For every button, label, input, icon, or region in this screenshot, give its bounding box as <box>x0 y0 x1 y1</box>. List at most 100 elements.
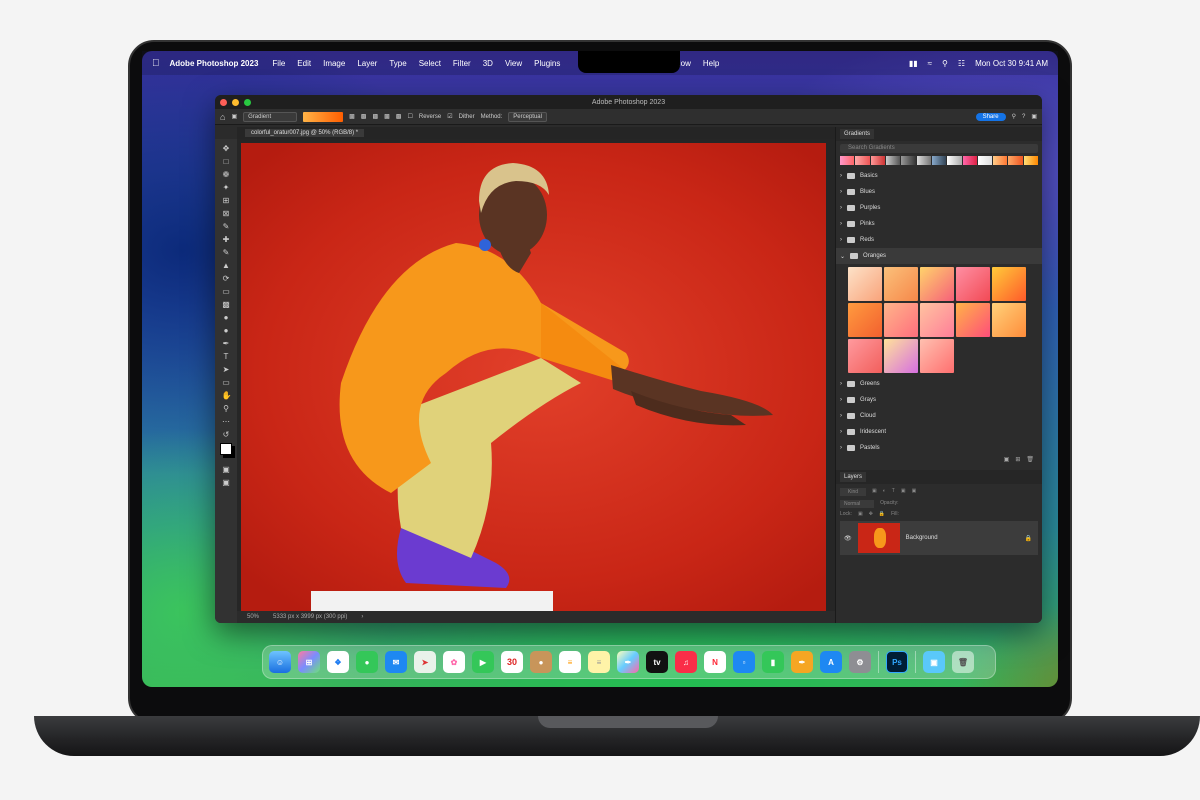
stamp-tool-icon[interactable]: ▲ <box>222 261 231 270</box>
move-tool-icon[interactable]: ✥ <box>222 144 231 153</box>
finder-icon[interactable]: ☺ <box>269 651 291 673</box>
recent-gradient-swatch[interactable] <box>870 156 885 165</box>
photoshop-icon[interactable]: Ps <box>886 651 908 673</box>
recent-gradient-swatch[interactable] <box>855 156 870 165</box>
search-icon[interactable]: ⚲ <box>942 59 948 68</box>
safari-icon[interactable]: ❖ <box>327 651 349 673</box>
layer-name[interactable]: Background <box>906 535 938 541</box>
search-icon-ps[interactable]: ⚲ <box>1012 113 1016 120</box>
gradient-swatch[interactable] <box>848 267 882 301</box>
layer-kind-filter[interactable]: Kind <box>840 488 867 496</box>
freeform-icon[interactable]: ✒ <box>617 651 639 673</box>
zoom-level[interactable]: 50% <box>247 614 259 620</box>
gradient-folder-greens[interactable]: › Greens <box>836 376 1042 392</box>
menu-view[interactable]: View <box>505 59 522 68</box>
marquee-tool-icon[interactable]: □ <box>222 157 231 166</box>
gradient-swatch[interactable] <box>848 303 882 337</box>
workspace-icon[interactable]: ▣ <box>1031 113 1037 120</box>
numbers-icon[interactable]: ▮ <box>762 651 784 673</box>
news-icon[interactable]: N <box>704 651 726 673</box>
gradient-folder-basics[interactable]: › Basics <box>836 168 1042 184</box>
filter-adjustment-icon[interactable]: ◐ <box>883 488 886 496</box>
help-icon[interactable]: ? <box>1022 114 1025 120</box>
status-chevron-icon[interactable]: › <box>361 614 363 620</box>
share-button[interactable]: Share <box>975 112 1006 121</box>
gradient-folder-cloud[interactable]: › Cloud <box>836 408 1042 424</box>
tab-gradients[interactable]: Gradients <box>840 129 875 139</box>
gradient-swatch[interactable] <box>884 267 918 301</box>
menu-layer[interactable]: Layer <box>357 59 377 68</box>
gradient-tool-side-icon[interactable]: ▩ <box>222 300 231 309</box>
recent-gradient-swatch[interactable] <box>962 156 977 165</box>
method-dropdown[interactable]: Perceptual <box>508 111 547 122</box>
gradients-search-input[interactable]: Search Gradients <box>840 144 1038 153</box>
eraser-tool-icon[interactable]: ▭ <box>222 287 231 296</box>
gradient-folder-oranges[interactable]: ⌄ Oranges <box>836 248 1042 264</box>
gradient-swatch[interactable] <box>992 267 1026 301</box>
gradient-swatch[interactable] <box>884 303 918 337</box>
layer-row-background[interactable]: 👁 Background 🔒 <box>840 521 1038 555</box>
filter-pixel-icon[interactable]: ▣ <box>872 488 877 496</box>
recent-gradient-swatch[interactable] <box>947 156 962 165</box>
launchpad-icon[interactable]: ⊞ <box>298 651 320 673</box>
visibility-eye-icon[interactable]: 👁 <box>844 535 852 542</box>
gradient-type-reflected-icon[interactable]: ▩ <box>384 113 390 120</box>
recent-gradient-swatch[interactable] <box>977 156 993 165</box>
gradient-swatch[interactable] <box>956 303 990 337</box>
downloads-folder-icon[interactable]: ▣ <box>923 651 945 673</box>
recent-gradient-swatch[interactable] <box>916 156 931 165</box>
control-center-icon[interactable]: ☷ <box>958 59 965 68</box>
dither-checkbox[interactable]: ☑ <box>447 113 452 120</box>
lock-pixels-icon[interactable]: ▣ <box>858 511 863 517</box>
tab-layers[interactable]: Layers <box>840 472 867 482</box>
gradient-type-linear-icon[interactable]: ▩ <box>349 113 355 120</box>
messages-icon[interactable]: ● <box>356 651 378 673</box>
gradient-swatch[interactable] <box>848 339 882 373</box>
clock[interactable]: Mon Oct 30 9:41 AM <box>975 59 1048 68</box>
gradient-picker[interactable] <box>303 111 344 122</box>
gradient-swatch[interactable] <box>956 267 990 301</box>
trash-dock-icon[interactable]: 🗑 <box>952 651 974 673</box>
lock-position-icon[interactable]: ✥ <box>869 511 873 517</box>
frame-tool-icon[interactable]: ⊠ <box>222 209 231 218</box>
battery-icon[interactable]: ▮▮ <box>909 59 918 68</box>
new-gradient-icon[interactable]: ⊞ <box>1015 456 1020 464</box>
blend-mode-dropdown[interactable]: Normal <box>840 500 875 508</box>
gradient-type-angle-icon[interactable]: ▩ <box>372 113 378 120</box>
layer-lock-icon[interactable]: 🔒 <box>1025 535 1032 542</box>
zoom-tool-icon[interactable]: ⚲ <box>222 404 231 413</box>
maps-icon[interactable]: ➤ <box>414 651 436 673</box>
facetime-icon[interactable]: ▶ <box>472 651 494 673</box>
shape-tool-icon[interactable]: ▭ <box>222 378 231 387</box>
pages-icon[interactable]: ✒ <box>791 651 813 673</box>
menu-type[interactable]: Type <box>389 59 406 68</box>
lock-all-icon[interactable]: 🔒 <box>879 511 885 517</box>
hand-tool-icon[interactable]: ✋ <box>222 391 232 400</box>
blur-tool-icon[interactable]: ● <box>222 313 231 322</box>
calendar-icon[interactable]: 30 <box>501 651 523 673</box>
notes-icon[interactable]: ≡ <box>588 651 610 673</box>
object-select-tool-icon[interactable]: ✦ <box>222 183 231 192</box>
document-tab[interactable]: colorful_oratur007.jpg @ 50% (RGB/8) * <box>245 129 365 137</box>
gradient-folder-grays[interactable]: › Grays <box>836 392 1042 408</box>
apple-tv-icon[interactable]: tv <box>646 651 668 673</box>
pen-tool-icon[interactable]: ✒ <box>222 339 231 348</box>
mail-icon[interactable]: ✉ <box>385 651 407 673</box>
reverse-checkbox[interactable]: ☐ <box>407 113 412 120</box>
gradient-folder-iridescent[interactable]: › Iridescent <box>836 424 1042 440</box>
type-tool-icon[interactable]: T <box>222 352 231 361</box>
gradient-type-radial-icon[interactable]: ▩ <box>361 113 367 120</box>
recent-gradient-swatch[interactable] <box>1008 156 1023 165</box>
gradient-tool-icon[interactable]: ▣ <box>231 113 237 120</box>
path-select-tool-icon[interactable]: ➤ <box>222 365 231 374</box>
home-icon[interactable]: ⌂ <box>220 112 225 122</box>
recent-gradient-swatch[interactable] <box>901 156 916 165</box>
crop-tool-icon[interactable]: ⊞ <box>222 196 231 205</box>
color-swatches[interactable] <box>220 443 232 455</box>
recent-gradient-swatch[interactable] <box>1023 156 1039 165</box>
document-photo[interactable] <box>241 143 826 611</box>
gradient-folder-blues[interactable]: › Blues <box>836 184 1042 200</box>
apple-icon[interactable]:  <box>152 58 160 69</box>
gradient-swatch[interactable] <box>920 267 954 301</box>
gradient-swatch[interactable] <box>920 303 954 337</box>
